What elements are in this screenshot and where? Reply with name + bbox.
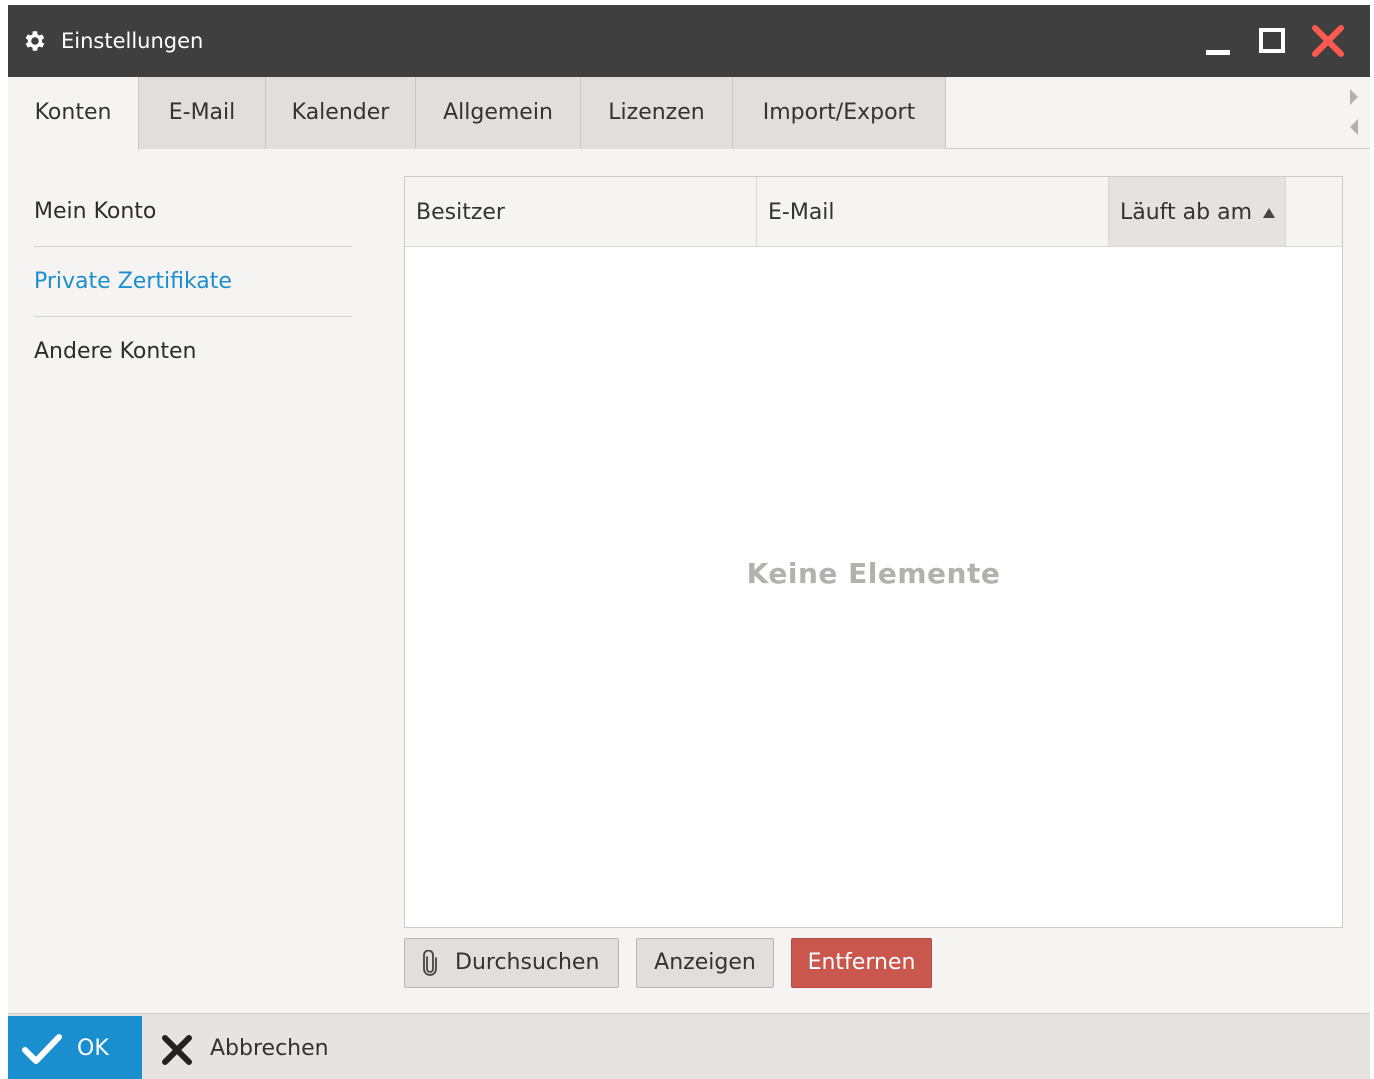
tab-konten[interactable]: Konten bbox=[8, 77, 139, 150]
tab-email[interactable]: E-Mail bbox=[139, 77, 266, 149]
scroll-right-icon[interactable] bbox=[1344, 87, 1364, 107]
maximize-icon bbox=[1259, 28, 1285, 53]
column-header-besitzer[interactable]: Besitzer bbox=[405, 177, 757, 246]
checkmark-icon bbox=[22, 1034, 62, 1064]
tab-lizenzen[interactable]: Lizenzen bbox=[581, 77, 733, 149]
title-bar[interactable]: Einstellungen bbox=[8, 5, 1370, 77]
remove-button[interactable]: Entfernen bbox=[791, 938, 932, 988]
minimize-button[interactable] bbox=[1202, 23, 1238, 59]
scroll-left-icon[interactable] bbox=[1344, 117, 1364, 137]
show-button[interactable]: Anzeigen bbox=[636, 938, 774, 988]
window-title: Einstellungen bbox=[61, 29, 204, 53]
empty-message: Keine Elemente bbox=[746, 557, 1001, 590]
accounts-nav: Mein Konto Private Zertifikate Andere Ko… bbox=[34, 177, 352, 387]
tab-import-export[interactable]: Import/Export bbox=[733, 77, 946, 149]
ok-label: OK bbox=[77, 1036, 109, 1061]
nav-item-private-zertifikate[interactable]: Private Zertifikate bbox=[34, 247, 352, 317]
column-label: Besitzer bbox=[416, 200, 505, 225]
nav-item-andere-konten[interactable]: Andere Konten bbox=[34, 317, 352, 387]
tab-kalender[interactable]: Kalender bbox=[266, 77, 416, 149]
gear-icon bbox=[25, 31, 45, 51]
ok-button[interactable]: OK bbox=[8, 1016, 142, 1079]
browse-button[interactable]: Durchsuchen bbox=[404, 938, 619, 988]
cancel-button[interactable]: Abbrechen bbox=[158, 1016, 348, 1079]
tab-bar: Konten E-Mail Kalender Allgemein Lizenze… bbox=[8, 77, 1370, 150]
column-label: E-Mail bbox=[768, 200, 835, 225]
certificates-table[interactable]: Besitzer E-Mail Läuft ab am Keine Elemen… bbox=[404, 176, 1343, 928]
table-header: Besitzer E-Mail Läuft ab am bbox=[405, 177, 1342, 247]
close-button[interactable] bbox=[1310, 23, 1346, 59]
column-label: Läuft ab am bbox=[1120, 200, 1253, 225]
column-header-email[interactable]: E-Mail bbox=[757, 177, 1109, 246]
dialog-footer: OK Abbrechen bbox=[8, 1013, 1370, 1079]
column-header-laeuft-ab-am[interactable]: Läuft ab am bbox=[1109, 177, 1286, 246]
maximize-button[interactable] bbox=[1255, 23, 1291, 59]
paperclip-icon bbox=[423, 950, 437, 976]
sort-ascending-icon bbox=[1263, 208, 1275, 218]
cancel-label: Abbrechen bbox=[210, 1036, 329, 1061]
browse-label: Durchsuchen bbox=[455, 950, 600, 975]
minimize-icon bbox=[1206, 50, 1230, 55]
close-icon bbox=[1312, 25, 1344, 57]
x-icon bbox=[162, 1035, 192, 1065]
nav-item-mein-konto[interactable]: Mein Konto bbox=[34, 177, 352, 247]
tab-allgemein[interactable]: Allgemein bbox=[416, 77, 581, 149]
settings-dialog: Einstellungen Konten E-Mail Kalender All… bbox=[8, 5, 1370, 1079]
